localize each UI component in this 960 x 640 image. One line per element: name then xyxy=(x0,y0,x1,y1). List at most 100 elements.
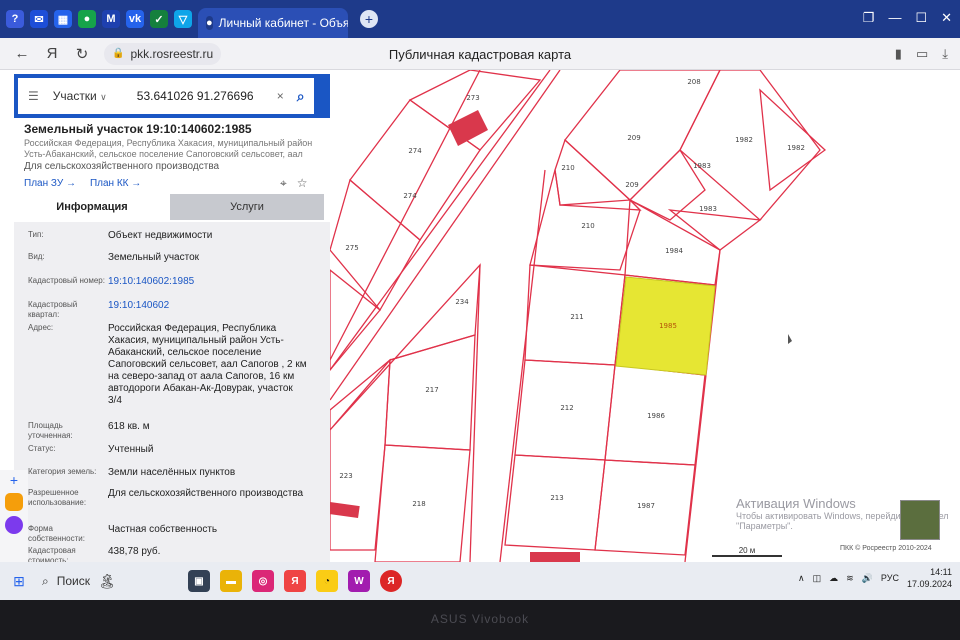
palm-icon: 🏝 xyxy=(98,572,116,589)
parcel-223[interactable] xyxy=(330,358,391,551)
close-icon[interactable]: ✕ xyxy=(941,10,952,26)
building-223[interactable] xyxy=(330,501,360,519)
yandex-app-icon[interactable]: Я xyxy=(380,570,402,592)
parcel-275[interactable] xyxy=(330,269,381,372)
alice-icon[interactable] xyxy=(5,516,23,534)
info-label: Кадастровый квартал: xyxy=(28,300,78,319)
back-arrow-icon[interactable]: ← xyxy=(14,45,30,62)
chevron-up-icon[interactable]: ∧ xyxy=(798,573,805,584)
object-purpose: Для сельскохозяйственного производства xyxy=(24,161,220,172)
parcel-213[interactable] xyxy=(504,454,606,551)
menu-icon[interactable]: ☰ xyxy=(28,89,39,103)
plan-zu-link[interactable]: План ЗУ → xyxy=(24,178,76,189)
windows-start-icon[interactable]: ⊞ xyxy=(4,573,34,590)
info-row-use: Разрешенное использование: Для сельскохо… xyxy=(14,488,330,508)
zoom-to-icon[interactable]: ⌖ xyxy=(280,176,287,191)
info-row-cad-block: Кадастровый квартал: 19:10:140602 xyxy=(14,300,330,320)
bookmark-icon[interactable]: ▮ xyxy=(895,46,902,62)
search-type-select[interactable]: Участки ∨ xyxy=(53,89,137,103)
info-tabs: Информация Услуги xyxy=(14,194,324,220)
info-value: Для сельскохозяйственного производства xyxy=(108,488,304,499)
url-text: pkk.rosreestr.ru xyxy=(130,46,214,61)
screen: ? ✉ ▦ ● M vk ✓ ▽ ● Личный кабинет - Объя… xyxy=(0,0,960,600)
green-app-icon[interactable]: ● xyxy=(78,10,96,28)
search-icon: ⌕ xyxy=(42,573,49,588)
parcel-209-a[interactable] xyxy=(564,70,721,201)
instagram-icon[interactable]: ◎ xyxy=(252,570,274,592)
cad-block-link[interactable]: 19:10:140602 xyxy=(108,300,308,320)
parcel-label: 209 xyxy=(625,181,638,189)
url-box[interactable]: 🔒 pkk.rosreestr.ru xyxy=(104,42,222,65)
yandex-browser-icon[interactable]: Я xyxy=(284,570,306,592)
cadastral-map[interactable]: 273 274 274 275 234 217 223 218 208 209 … xyxy=(330,70,960,562)
yandex-market-icon[interactable]: ◔ xyxy=(316,570,338,592)
help-icon[interactable]: ? xyxy=(6,10,24,28)
parcel-label: 218 xyxy=(412,500,425,508)
avito-icon: ● xyxy=(206,16,213,30)
search-box: ☰ Участки ∨ 53.641026 91.276696 × ⌕ xyxy=(18,78,314,114)
rosreestr-tab-icon[interactable]: ▽ xyxy=(174,10,192,28)
apps-icon[interactable]: ▦ xyxy=(54,10,72,28)
task-view-icon[interactable]: ▣ xyxy=(188,570,210,592)
parcel-label: 274 xyxy=(403,192,417,200)
parcel-label: 208 xyxy=(687,78,700,86)
parcel-label: 1983 xyxy=(699,205,717,213)
parcel-label: 212 xyxy=(560,404,573,412)
taskbar-search[interactable]: ⌕ Поиск 🏝 xyxy=(42,567,178,595)
cad-num-link[interactable]: 19:10:140602:1985 xyxy=(108,276,308,288)
parcel-label: 1984 xyxy=(665,247,683,255)
map-copyright: ПКК © Росреестр 2010-2024 xyxy=(840,545,932,552)
parcel-1982-a[interactable] xyxy=(759,88,827,192)
wildberries-icon[interactable]: W xyxy=(348,570,370,592)
parcel-label: 1983 xyxy=(693,162,711,170)
building-273[interactable] xyxy=(448,110,488,146)
object-title: Земельный участок 19:10:140602:1985 xyxy=(24,122,252,136)
parcel-label-group: 273 274 274 275 234 217 223 218 208 209 … xyxy=(339,78,805,510)
collections-icon[interactable]: ❐ xyxy=(863,10,875,26)
antivirus-icon[interactable]: ◫ xyxy=(813,573,822,584)
maximize-icon[interactable]: ☐ xyxy=(915,10,927,26)
info-label: Категория земель: xyxy=(28,467,97,476)
window-controls: ❐ — ☐ ✕ xyxy=(863,10,952,26)
yandex-icon[interactable]: Я xyxy=(44,45,60,62)
tab-services[interactable]: Услуги xyxy=(170,194,324,220)
new-tab-button[interactable]: + xyxy=(360,10,378,28)
tab-info[interactable]: Информация xyxy=(14,194,170,220)
messenger-icon[interactable]: M xyxy=(102,10,120,28)
onedrive-icon[interactable]: ☁ xyxy=(829,573,838,584)
parcel-209-b[interactable] xyxy=(628,148,706,221)
extensions-icon[interactable]: ▭ xyxy=(916,46,928,62)
scale-bar: 20 м xyxy=(712,546,782,557)
browser-tab-strip: ? ✉ ▦ ● M vk ✓ ▽ ● Личный кабинет - Объя… xyxy=(0,0,960,38)
clear-icon[interactable]: × xyxy=(277,89,297,103)
input-language[interactable]: РУС xyxy=(881,573,899,583)
minimize-icon[interactable]: — xyxy=(888,10,901,26)
info-label: Кадастровый номер: xyxy=(28,276,105,285)
parcel-210-b[interactable] xyxy=(529,169,641,271)
vk-icon[interactable]: vk xyxy=(126,10,144,28)
clock[interactable]: 14:11 17.09.2024 xyxy=(907,566,952,590)
download-icon[interactable]: ⤓ xyxy=(942,46,948,62)
info-label: Разрешенное использование: xyxy=(28,488,87,507)
search-input[interactable]: 53.641026 91.276696 xyxy=(137,89,277,103)
building-213[interactable] xyxy=(530,552,580,562)
search-icon[interactable]: ⌕ xyxy=(297,88,305,105)
plan-kk-link[interactable]: План КК → xyxy=(90,178,141,189)
reload-icon[interactable]: ↻ xyxy=(74,45,90,63)
active-tab[interactable]: ● Личный кабинет - Объяв xyxy=(198,8,348,38)
map-canvas[interactable]: 273 274 274 275 234 217 223 218 208 209 … xyxy=(330,70,960,562)
info-value: Учтенный xyxy=(108,444,154,455)
wifi-icon[interactable]: ≋ xyxy=(846,573,854,584)
info-value: 618 кв. м xyxy=(108,421,150,432)
mail-icon[interactable]: ✉ xyxy=(30,10,48,28)
search-bar: ☰ Участки ∨ 53.641026 91.276696 × ⌕ xyxy=(14,74,332,118)
parcel-234[interactable] xyxy=(330,263,481,431)
parcel-210-a[interactable] xyxy=(554,138,642,211)
yandex-services-icon[interactable] xyxy=(5,493,23,511)
check-icon[interactable]: ✓ xyxy=(150,10,168,28)
explorer-icon[interactable]: ▬ xyxy=(220,570,242,592)
basemap-switcher[interactable] xyxy=(900,500,940,540)
star-icon[interactable]: ☆ xyxy=(297,176,308,191)
add-icon[interactable]: + xyxy=(0,472,28,488)
volume-icon[interactable]: 🔊 xyxy=(862,573,873,584)
